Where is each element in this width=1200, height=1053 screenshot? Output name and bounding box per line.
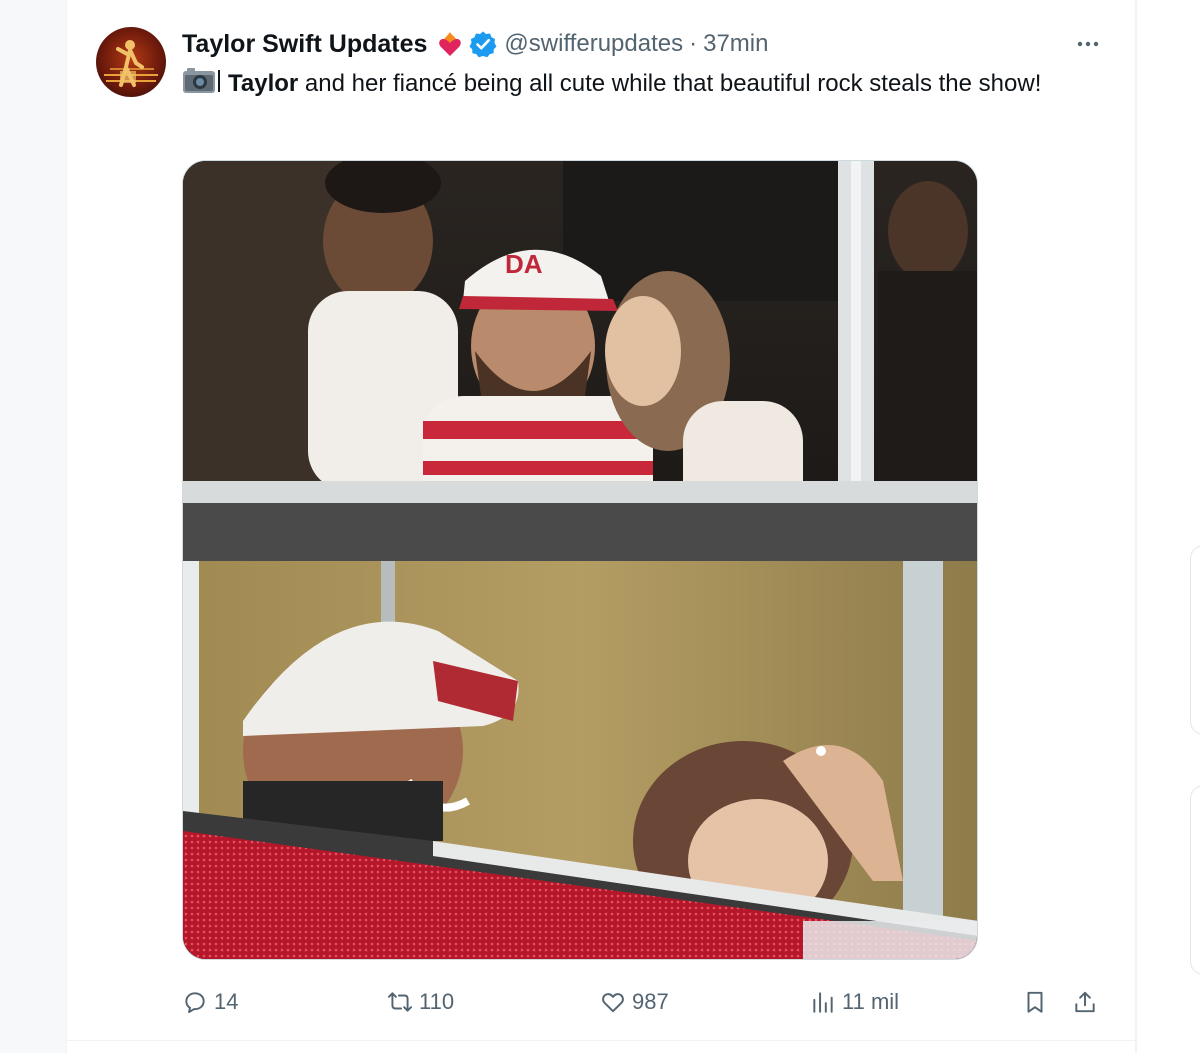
share-icon bbox=[1075, 991, 1095, 1013]
reply-button[interactable]: 14 bbox=[182, 982, 238, 1022]
avatar[interactable] bbox=[96, 27, 166, 97]
reply-count: 14 bbox=[214, 989, 239, 1014]
tweet-text-bold: Taylor bbox=[228, 70, 299, 97]
bookmark-icon bbox=[1027, 991, 1043, 1013]
reply-icon bbox=[185, 992, 205, 1014]
repost-icon bbox=[387, 992, 413, 1012]
verified-badge-icon bbox=[469, 30, 497, 58]
divider bbox=[67, 1040, 1135, 1041]
display-name[interactable]: Taylor Swift Updates bbox=[182, 30, 427, 59]
heart-on-fire-icon bbox=[435, 29, 465, 59]
timestamp[interactable]: 37min bbox=[703, 30, 768, 58]
like-icon bbox=[602, 993, 624, 1013]
sidebar-card bbox=[1190, 545, 1200, 735]
bookmark-button[interactable] bbox=[1022, 982, 1048, 1022]
tweet-header: Taylor Swift Updates @swifferupdates · 3… bbox=[182, 29, 768, 59]
camera-icon bbox=[182, 67, 222, 95]
separator-dot: · bbox=[689, 30, 698, 57]
repost-count: 110 bbox=[419, 989, 455, 1014]
tweet-text: Taylor and her fiancé being all cute whi… bbox=[182, 66, 1102, 102]
svg-text:DA: DA bbox=[505, 249, 543, 279]
user-handle[interactable]: @swifferupdates bbox=[504, 30, 683, 58]
tweet-actions: 14 110 987 11 mil bbox=[182, 982, 1112, 1022]
like-count: 987 bbox=[632, 989, 669, 1014]
views-icon bbox=[813, 992, 833, 1013]
views-button[interactable]: 11 mil bbox=[810, 982, 899, 1022]
like-button[interactable]: 987 bbox=[600, 982, 669, 1022]
repost-button[interactable]: 110 bbox=[387, 982, 454, 1022]
sidebar-card bbox=[1190, 785, 1200, 975]
tweet[interactable]: Taylor Swift Updates @swifferupdates · 3… bbox=[66, 0, 1136, 1053]
views-count: 11 mil bbox=[842, 989, 900, 1014]
tweet-text-body: and her fiancé being all cute while that… bbox=[298, 70, 1042, 97]
more-icon[interactable] bbox=[1072, 28, 1104, 60]
share-button[interactable] bbox=[1072, 982, 1098, 1022]
tweet-photo[interactable]: DA bbox=[182, 160, 978, 960]
